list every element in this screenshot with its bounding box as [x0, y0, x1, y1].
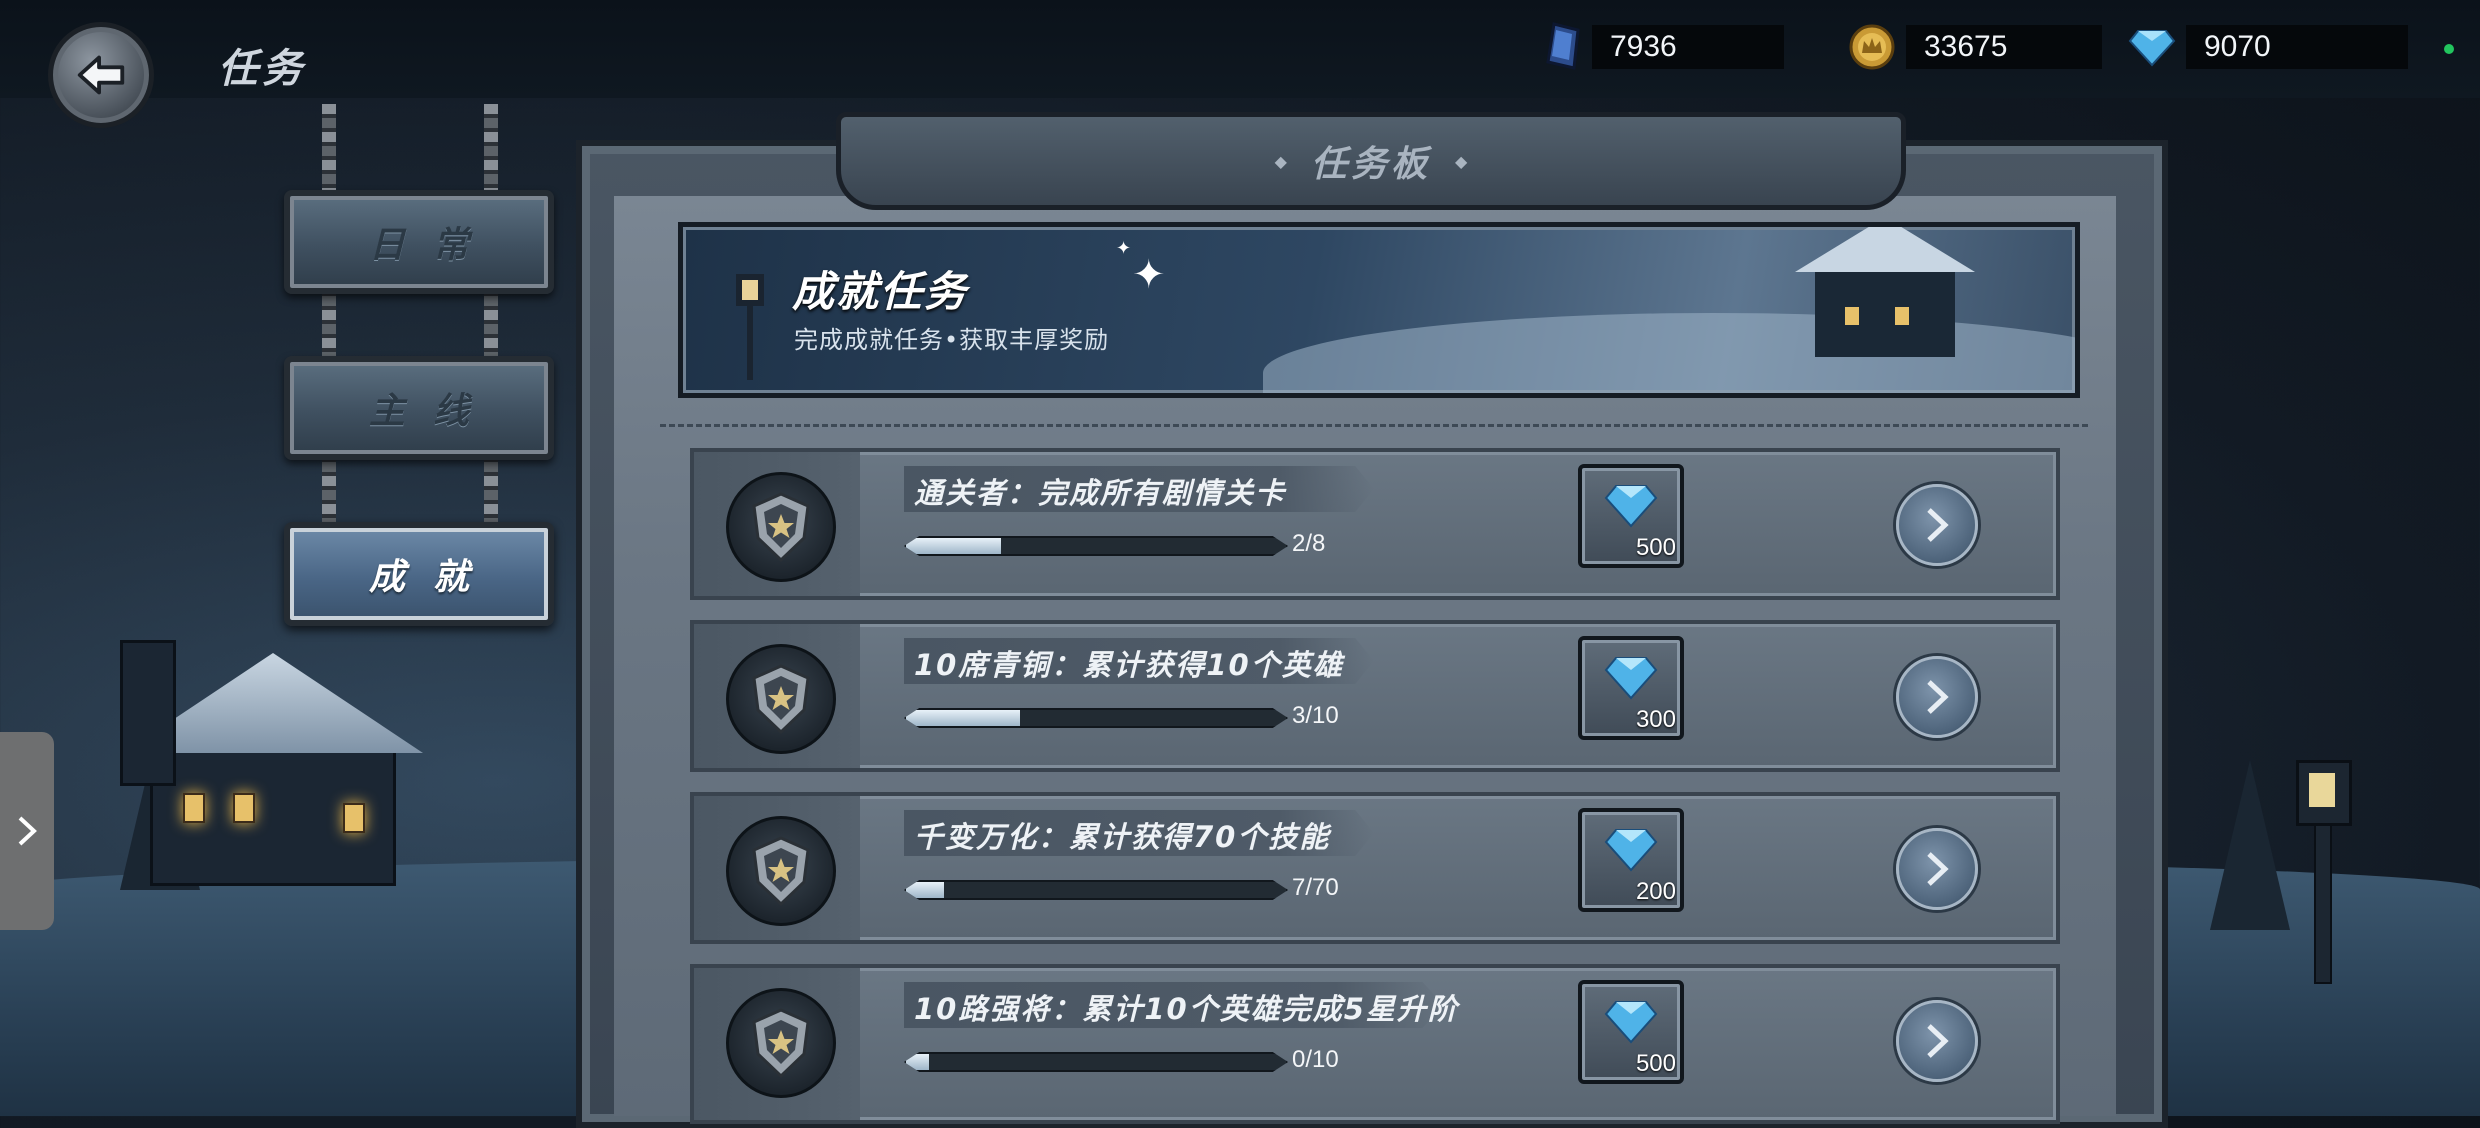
task-progress-text: 0/10 — [1292, 1046, 1339, 1073]
go-to-task-button[interactable] — [1896, 1000, 1978, 1082]
lamp-post — [2314, 820, 2332, 984]
achievement-medal-icon — [726, 988, 836, 1098]
achievement-medal-icon — [726, 472, 836, 582]
lantern-icon — [736, 274, 764, 380]
reward-amount: 500 — [1635, 534, 1676, 561]
task-progress-bar — [904, 880, 1288, 900]
back-button[interactable] — [48, 22, 154, 128]
task-progress-text: 7/70 — [1292, 874, 1339, 901]
pine-tree — [2210, 760, 2290, 930]
task-title: 10席青铜：累计获得10个英雄 — [914, 648, 1344, 682]
task-progress-fill — [906, 882, 944, 898]
crystal-icon — [1546, 22, 1580, 70]
task-progress-fill — [906, 710, 1020, 726]
task-board-title: 任务板 — [1310, 144, 1431, 185]
diamond-icon — [2128, 30, 2176, 67]
chevron-right-icon — [1927, 680, 1949, 714]
reward-amount: 300 — [1635, 706, 1676, 733]
tab-main-quest-label: 主线 — [368, 391, 497, 432]
task-progress-text: 3/10 — [1292, 702, 1339, 729]
reward-amount: 500 — [1635, 1050, 1676, 1077]
go-to-task-button[interactable] — [1896, 484, 1978, 566]
currency-diamond: 9070 — [2128, 24, 2408, 70]
page-title: 任务 — [218, 46, 306, 92]
background-tower — [120, 640, 176, 786]
lantern-icon — [2296, 760, 2352, 826]
chevron-right-icon — [1927, 1024, 1949, 1058]
chain-decoration — [322, 448, 336, 528]
reward-amount: 200 — [1635, 878, 1676, 905]
reward-slot[interactable]: 500 — [1578, 980, 1684, 1084]
diamond-icon — [1604, 1001, 1658, 1044]
chain-decoration — [484, 448, 498, 528]
online-status-dot — [2444, 44, 2454, 54]
gold-coin-icon — [1849, 24, 1895, 70]
tab-main-quest[interactable]: 主线 — [284, 356, 554, 460]
task-row: 通关者：完成所有剧情关卡 2/8 500 — [690, 448, 2060, 600]
achievement-medal-icon — [726, 816, 836, 926]
banner-title: 成就任务 — [792, 267, 969, 316]
chevron-right-icon — [1927, 508, 1949, 542]
reward-slot[interactable]: 300 — [1578, 636, 1684, 740]
reward-slot[interactable]: 500 — [1578, 464, 1684, 568]
diamond-icon — [1604, 829, 1658, 872]
diamond-icon — [1604, 657, 1658, 700]
chain-decoration — [484, 104, 498, 200]
task-progress-fill — [906, 1054, 929, 1070]
diamond-count: 9070 — [2186, 25, 2408, 69]
go-to-task-button[interactable] — [1896, 828, 1978, 910]
task-row: 10席青铜：累计获得10个英雄 3/10 300 — [690, 620, 2060, 772]
background-house — [123, 653, 423, 886]
crystal-count: 7936 — [1592, 25, 1784, 69]
chain-decoration — [322, 104, 336, 200]
diamond-ornament-icon: ◆ — [1274, 151, 1287, 171]
task-progress-text: 2/8 — [1292, 530, 1326, 557]
tab-daily[interactable]: 日常 — [284, 190, 554, 294]
chain-decoration — [484, 282, 498, 362]
currency-gold: 33675 — [1848, 24, 2102, 70]
banner-subtitle: 完成成就任务•获取丰厚奖励 — [794, 326, 1110, 354]
sparkle-icon: ✦ — [1132, 252, 1166, 298]
task-title: 千变万化：累计获得70个技能 — [914, 820, 1331, 854]
task-progress-fill — [906, 538, 1001, 554]
chevron-right-icon — [1927, 852, 1949, 886]
side-panel-toggle[interactable] — [0, 732, 54, 930]
back-arrow-icon — [77, 55, 125, 95]
tab-daily-label: 日常 — [368, 225, 497, 266]
currency-crystal: 7936 — [1544, 22, 1784, 70]
achievement-medal-icon — [726, 644, 836, 754]
diamond-ornament-icon: ◆ — [1455, 151, 1468, 171]
task-title: 10路强将：累计10个英雄完成5星升阶 — [914, 992, 1459, 1026]
task-board-header: ◆ 任务板 ◆ — [836, 112, 1906, 210]
gold-count: 33675 — [1906, 25, 2102, 69]
reward-slot[interactable]: 200 — [1578, 808, 1684, 912]
section-divider — [660, 424, 2088, 427]
task-progress-bar — [904, 536, 1288, 556]
go-to-task-button[interactable] — [1896, 656, 1978, 738]
sparkle-icon: ✦ — [1116, 238, 1132, 259]
chevron-right-icon — [18, 816, 37, 846]
top-bar — [0, 0, 2480, 98]
chain-decoration — [322, 282, 336, 362]
task-row: 10路强将：累计10个英雄完成5星升阶 0/10 500 — [690, 964, 2060, 1124]
tab-achievements[interactable]: 成就 — [284, 522, 554, 626]
tab-achievements-label: 成就 — [368, 557, 497, 598]
task-title: 通关者：完成所有剧情关卡 — [914, 476, 1287, 510]
diamond-icon — [1604, 485, 1658, 528]
task-progress-bar — [904, 1052, 1288, 1072]
task-progress-bar — [904, 708, 1288, 728]
task-row: 千变万化：累计获得70个技能 7/70 200 — [690, 792, 2060, 944]
